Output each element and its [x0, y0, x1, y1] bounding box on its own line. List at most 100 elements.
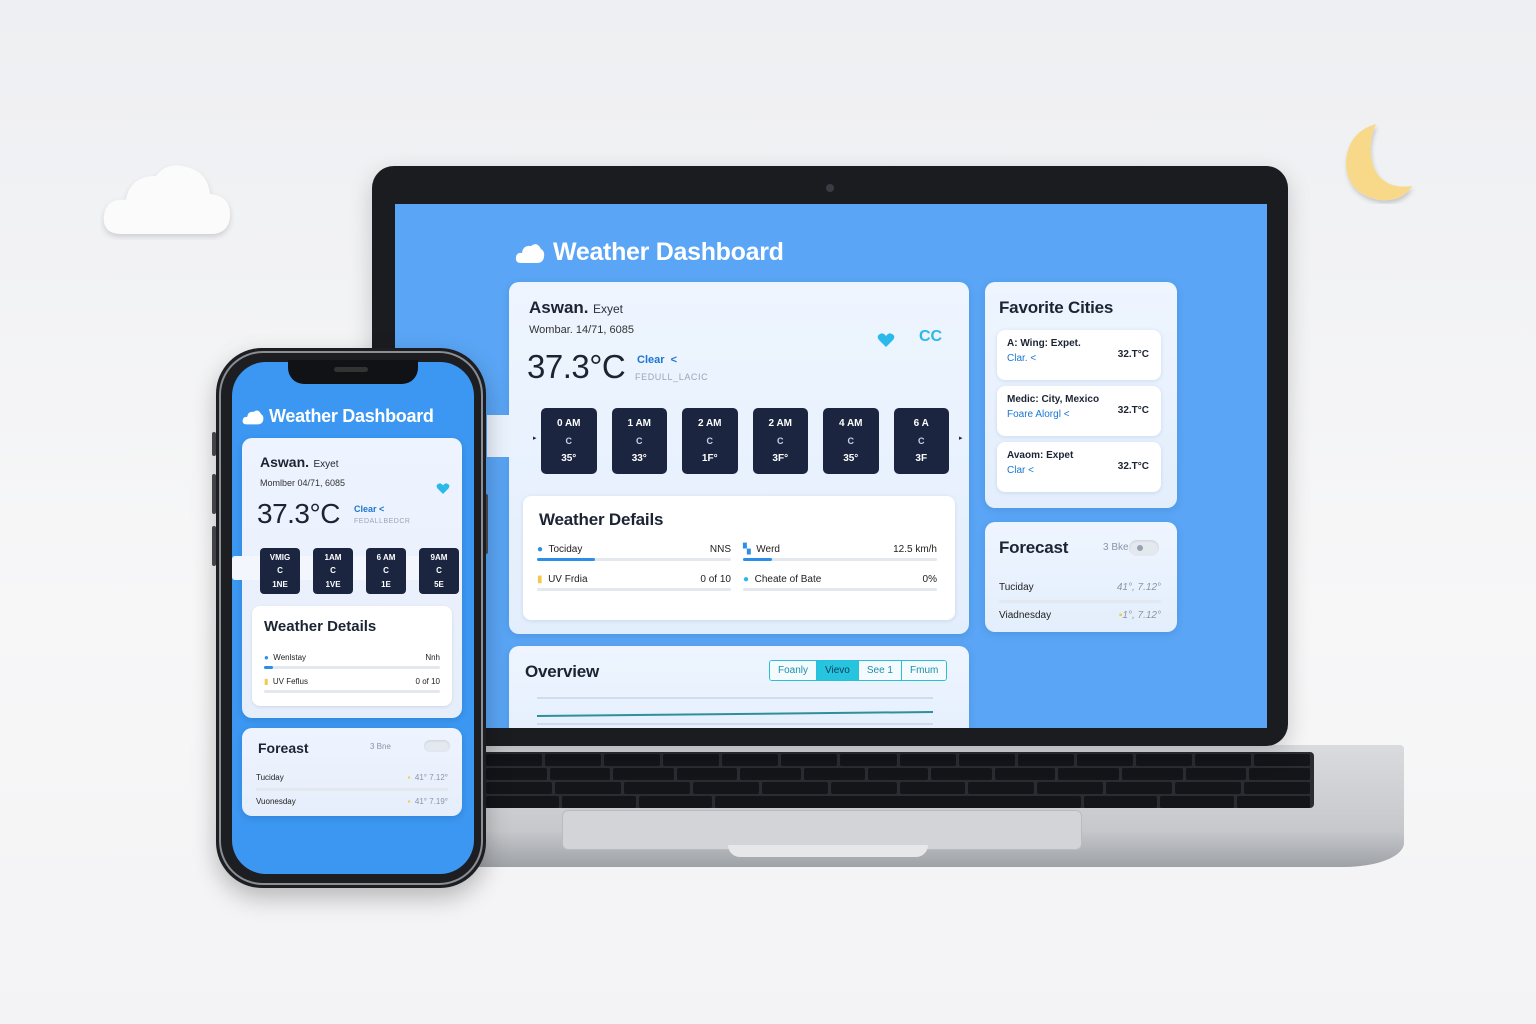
hourly-time: 1AM	[324, 553, 342, 563]
hourly-temp: 1NE	[272, 579, 288, 589]
laptop-trackpad	[562, 810, 1082, 850]
hourly-time: 6 A	[913, 417, 929, 429]
mobile-detail-row: ▮ UV Feflus 0 of 10	[264, 672, 440, 693]
hourly-item[interactable]: 2 AM C 1F°	[682, 408, 738, 474]
hourly-temp: 1F°	[701, 453, 718, 465]
hourly-time: 4 AM	[838, 417, 863, 429]
hourly-item[interactable]: 0 AM C 35°	[541, 408, 597, 474]
overview-chart	[537, 697, 933, 725]
detail-row: ● Cheate of Bate 0%	[743, 570, 937, 591]
hourly-forecast: 0 AM C 35° 1 AM C 33° 2 AM C 1F° 2 AM C 3F° 4 AM C 35°…	[541, 408, 949, 478]
forecast-toggle[interactable]	[1129, 540, 1159, 556]
hourly-next-icon[interactable]: ▸	[959, 434, 963, 442]
mobile-details-card: Weather Details ● Wenlstay Nnh ▮ UV Feflu…	[252, 606, 452, 706]
hourly-item[interactable]: 1AM C 1VE	[313, 548, 353, 594]
moon-icon: C	[636, 435, 643, 446]
laptop-lid-notch	[728, 845, 928, 857]
hourly-temp: 1VE	[325, 579, 341, 589]
hourly-item[interactable]: 6 AM C 1E	[366, 548, 406, 594]
phone-screen: Weather Dashboard Aswan. Exyet Momlber 0…	[232, 362, 474, 874]
hourly-time: 9AM	[430, 553, 448, 563]
favorite-city-item[interactable]: A: Wing: Expet. Clar. < 32.T°C	[997, 330, 1161, 380]
mobile-forecast-toggle[interactable]	[424, 740, 450, 752]
phone-notch	[288, 360, 418, 384]
mobile-forecast-card: Foreast 3 Bne Tuciday ▪ 41° 7.12° Vuonesd…	[242, 728, 462, 816]
mobile-details-title: Weather Details	[264, 618, 377, 635]
mobile-app-title: Weather Dashboard	[269, 406, 434, 426]
hourly-item[interactable]: 4 AM C 35°	[823, 408, 879, 474]
moon-icon: C	[565, 435, 573, 446]
hourly-time: 1 AM	[627, 417, 652, 429]
favorite-cities-card: Favorite Cities A: Wing: Expet. Clar. < …	[985, 282, 1177, 508]
app-title: Weather Dashboard	[553, 238, 784, 266]
mobile-page-title: Weather Dashboard	[242, 406, 434, 427]
moon-icon: C	[436, 566, 442, 576]
laptop-screen: Weather Dashboard Aswan. Exyet Wombar. 1…	[395, 204, 1267, 728]
country-name: Exyet	[592, 302, 623, 316]
moon-icon: C	[777, 435, 784, 446]
mobile-forecast-row: Vuonesday ▪ 41° 7.19°	[256, 796, 448, 806]
hourly-temp: 35°	[843, 453, 859, 465]
phone-speaker	[334, 367, 368, 372]
mobile-condition: Clear <	[354, 504, 385, 514]
mobile-hourly-forecast: VMIG C 1NE 1AM C 1VE 6 AM C 1E 9AM C 5E	[260, 548, 459, 594]
forecast-card: Forecast 3 Bke Tuciday 41°, 7.12° Viadnes…	[985, 522, 1177, 632]
overview-card: Overview Foanly Vievo See 1 Fmum	[509, 646, 969, 728]
hourly-temp: 35°	[561, 453, 577, 465]
hourly-item[interactable]: 1 AM C 33°	[611, 408, 667, 474]
laptop-keyboard	[482, 752, 1314, 808]
overview-tabs: Foanly Vievo See 1 Fmum	[769, 660, 948, 681]
mobile-date: Momlber 04/71, 6085	[260, 478, 346, 488]
detail-row: ▚ Werd 12.5 km/h	[743, 540, 937, 561]
condition-label: Clear <	[637, 354, 678, 366]
units-toggle-icon[interactable]: CC	[919, 328, 942, 346]
laptop-camera	[826, 184, 834, 192]
cloud-decoration-icon	[103, 165, 230, 234]
current-temperature: 37.3°C	[527, 348, 626, 385]
mobile-temperature: 37.3°C	[257, 498, 340, 529]
page-title: Weather Dashboard	[515, 238, 784, 267]
cloud-icon	[242, 409, 264, 424]
hourly-temp: 3F°	[772, 453, 789, 465]
hourly-temp: 5E	[434, 579, 444, 589]
hourly-item[interactable]: 2 AM C 3F°	[752, 408, 808, 474]
favorite-city-item[interactable]: Medic: City, Mexico Foare Alorgl < 32.T°…	[997, 386, 1161, 436]
moon-icon: C	[383, 566, 389, 576]
mobile-feels: FEDALLBEDCR	[354, 518, 411, 525]
moon-icon: C	[706, 435, 714, 446]
forecast-title: Forecast	[999, 538, 1069, 557]
location: Aswan. Exyet	[529, 298, 623, 318]
detail-row: ▮ UV Frdia 0 of 10	[537, 570, 731, 591]
hourly-scroll-track	[487, 415, 521, 457]
hourly-time: VMIG	[269, 553, 291, 563]
hourly-time: 0 AM	[556, 417, 581, 429]
mobile-current-card: Aswan. Exyet Momlber 04/71, 6085 37.3°C …	[232, 438, 462, 718]
moon-decoration-icon	[1346, 124, 1412, 201]
current-date: Wombar. 14/71, 6085	[529, 324, 634, 336]
hourly-prev-icon[interactable]: ▸	[533, 434, 537, 442]
favorites-title: Favorite Cities	[999, 298, 1114, 317]
feels-like-label: FEDULL_LACIC	[635, 372, 709, 382]
moon-icon: C	[277, 566, 283, 576]
hourly-item[interactable]: 6 A C 3F	[893, 408, 949, 474]
moon-icon: C	[847, 435, 855, 446]
cloud-icon	[515, 243, 545, 263]
hourly-time: 2 AM	[697, 417, 722, 429]
heart-icon[interactable]	[436, 482, 450, 495]
forecast-toggle-label: 3 Bke	[1103, 542, 1129, 553]
heart-icon[interactable]	[877, 332, 895, 348]
overview-title: Overview	[525, 662, 600, 681]
tab-fmum[interactable]: Fmum	[902, 661, 947, 680]
tab-see-1[interactable]: See 1	[858, 661, 902, 680]
mobile-forecast-toggle-label: 3 Bne	[370, 742, 391, 751]
favorite-city-item[interactable]: Avaom: Expet Clar < 32.T°C	[997, 442, 1161, 492]
hourly-item[interactable]: VMIG C 1NE	[260, 548, 300, 594]
forecast-row: Tuciday 41°, 7.12°	[999, 578, 1161, 603]
tab-vievo[interactable]: Vievo	[817, 661, 859, 680]
hourly-item[interactable]: 9AM C 5E	[419, 548, 459, 594]
hourly-time: 6 AM	[376, 553, 396, 563]
hourly-temp: 3F	[915, 453, 928, 465]
tab-foanly[interactable]: Foanly	[770, 661, 818, 680]
mobile-forecast-row: Tuciday ▪ 41° 7.12°	[256, 768, 448, 791]
hourly-temp: 1E	[381, 579, 391, 589]
